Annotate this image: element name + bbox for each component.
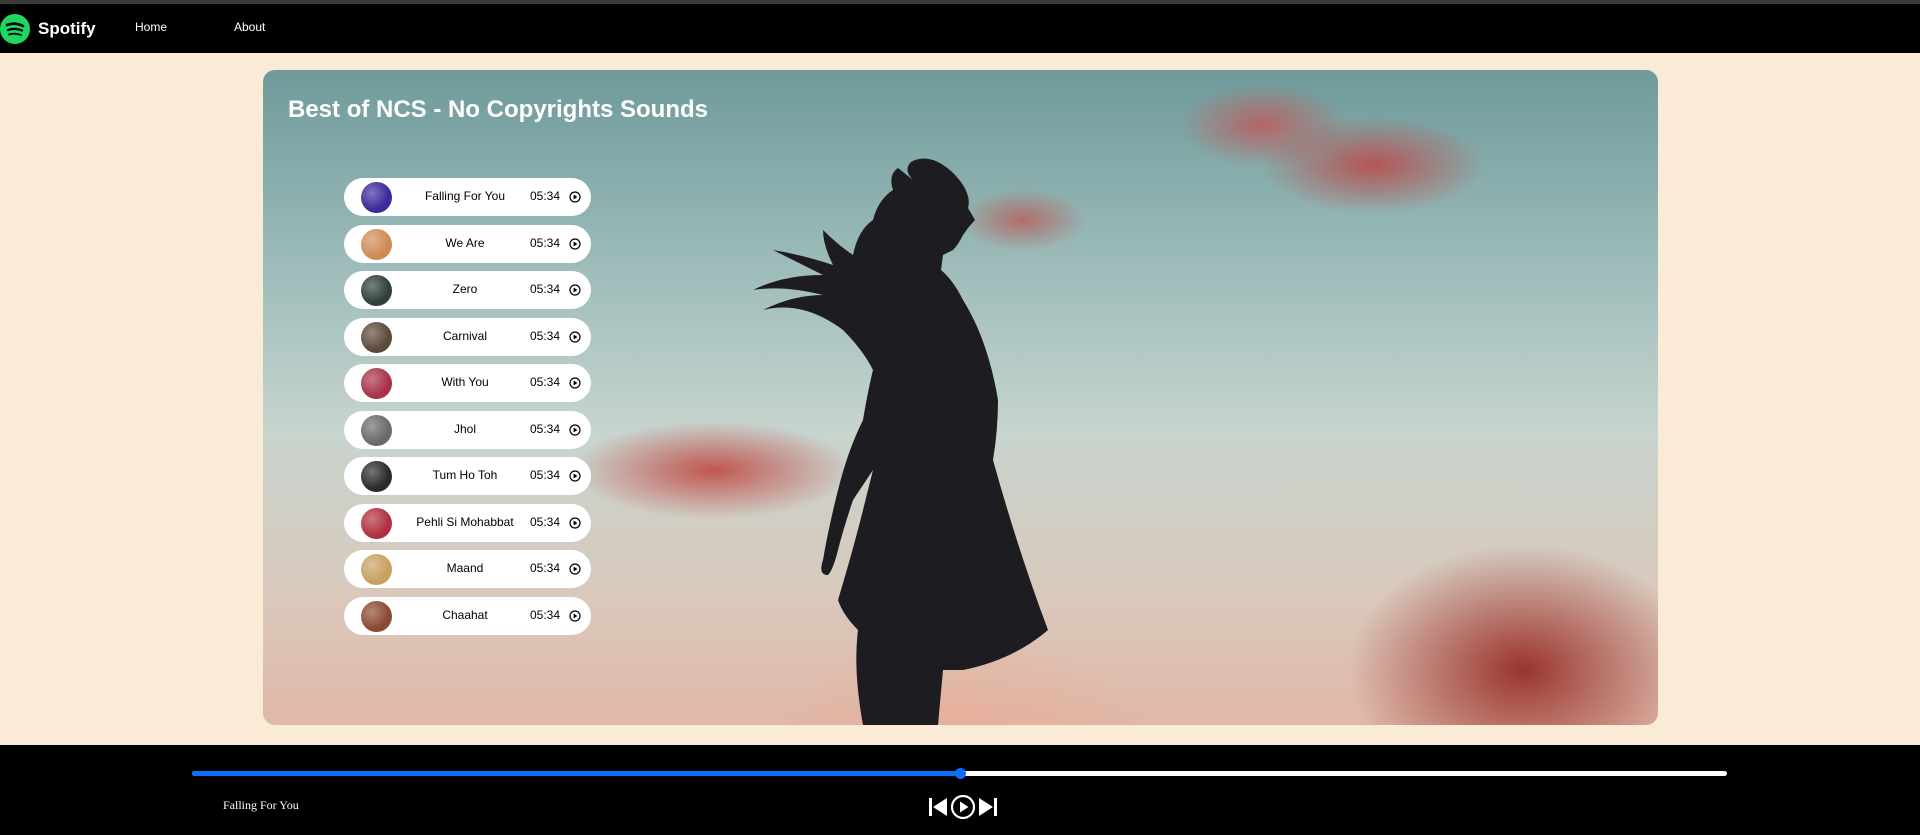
song-name: Falling For You: [424, 189, 506, 203]
song-duration: 05:34: [530, 468, 561, 482]
song-duration: 05:34: [530, 189, 561, 203]
previous-track-icon[interactable]: [928, 795, 948, 819]
song-cover-thumbnail: [361, 461, 392, 492]
play-circle-icon[interactable]: [569, 191, 581, 203]
song-duration: 05:34: [530, 607, 561, 622]
song-duration: 05:34: [530, 328, 561, 343]
song-duration: 05:34: [530, 235, 561, 250]
play-circle-icon[interactable]: [569, 284, 581, 296]
progress-thumb[interactable]: [954, 768, 966, 779]
song-item[interactable]: Pehli Si Mohabbat 05:34: [344, 503, 591, 542]
nav-link-about[interactable]: About: [234, 20, 265, 34]
song-cover-thumbnail: [361, 554, 392, 585]
player-controls: [928, 794, 998, 820]
song-name: Chaahat: [442, 607, 488, 622]
song-name: Maand: [446, 561, 484, 575]
song-duration: 05:34: [530, 561, 561, 575]
playlist-container: Best of NCS - No Copyrights Sounds Falli…: [263, 70, 1658, 725]
play-circle-icon[interactable]: [569, 423, 581, 436]
play-circle-icon[interactable]: [569, 237, 581, 250]
song-item[interactable]: Zero 05:34: [344, 271, 591, 309]
brand-name: Spotify: [38, 18, 96, 38]
song-item[interactable]: We Are 05:34: [344, 224, 591, 263]
song-cover-thumbnail: [361, 507, 392, 539]
song-duration: 05:34: [530, 421, 561, 436]
play-icon[interactable]: [950, 794, 976, 820]
play-circle-icon[interactable]: [569, 516, 581, 529]
song-name: With You: [441, 375, 489, 389]
song-name: Tum Ho Toh: [432, 468, 498, 482]
now-playing-title: Falling For You: [223, 798, 299, 812]
song-name: We Are: [445, 235, 485, 250]
song-cover-thumbnail: [361, 600, 392, 632]
song-list: Falling For You 05:34 We Are 05:34 Zero 05:34…: [344, 178, 591, 643]
next-track-icon[interactable]: [978, 795, 998, 819]
progress-fill: [192, 771, 960, 776]
song-cover-thumbnail: [361, 368, 392, 399]
song-cover-thumbnail: [361, 182, 392, 213]
song-duration: 05:34: [530, 375, 561, 389]
player-bar: Falling For You: [0, 745, 1920, 835]
song-name: Carnival: [442, 328, 487, 343]
play-circle-icon[interactable]: [569, 330, 581, 343]
song-cover-thumbnail: [361, 275, 392, 306]
song-cover-thumbnail: [361, 321, 392, 353]
progress-bar[interactable]: [192, 768, 1727, 779]
song-item[interactable]: Jhol 05:34: [344, 410, 591, 449]
spotify-logo-icon: [0, 13, 30, 44]
navbar: Spotify Home About: [0, 4, 1920, 53]
song-duration: 05:34: [530, 282, 561, 296]
song-cover-thumbnail: [361, 414, 392, 446]
song-cover-thumbnail: [361, 228, 392, 260]
song-item[interactable]: Tum Ho Toh 05:34: [344, 457, 591, 495]
song-item[interactable]: With You 05:34: [344, 364, 591, 402]
play-circle-icon[interactable]: [569, 609, 581, 622]
song-item[interactable]: Carnival 05:34: [344, 317, 591, 356]
song-item[interactable]: Maand 05:34: [344, 550, 591, 588]
play-circle-icon[interactable]: [569, 563, 581, 575]
song-duration: 05:34: [530, 514, 561, 529]
song-name: Zero: [452, 282, 478, 296]
playlist-title: Best of NCS - No Copyrights Sounds: [288, 96, 708, 123]
song-item[interactable]: Falling For You 05:34: [344, 178, 591, 216]
song-name: Pehli Si Mohabbat: [416, 514, 514, 529]
brand[interactable]: Spotify: [0, 4, 96, 53]
song-name: Jhol: [453, 421, 476, 436]
song-item[interactable]: Chaahat 05:34: [344, 596, 591, 635]
play-circle-icon[interactable]: [569, 470, 581, 482]
play-circle-icon[interactable]: [569, 377, 581, 389]
nav-link-home[interactable]: Home: [135, 20, 167, 34]
